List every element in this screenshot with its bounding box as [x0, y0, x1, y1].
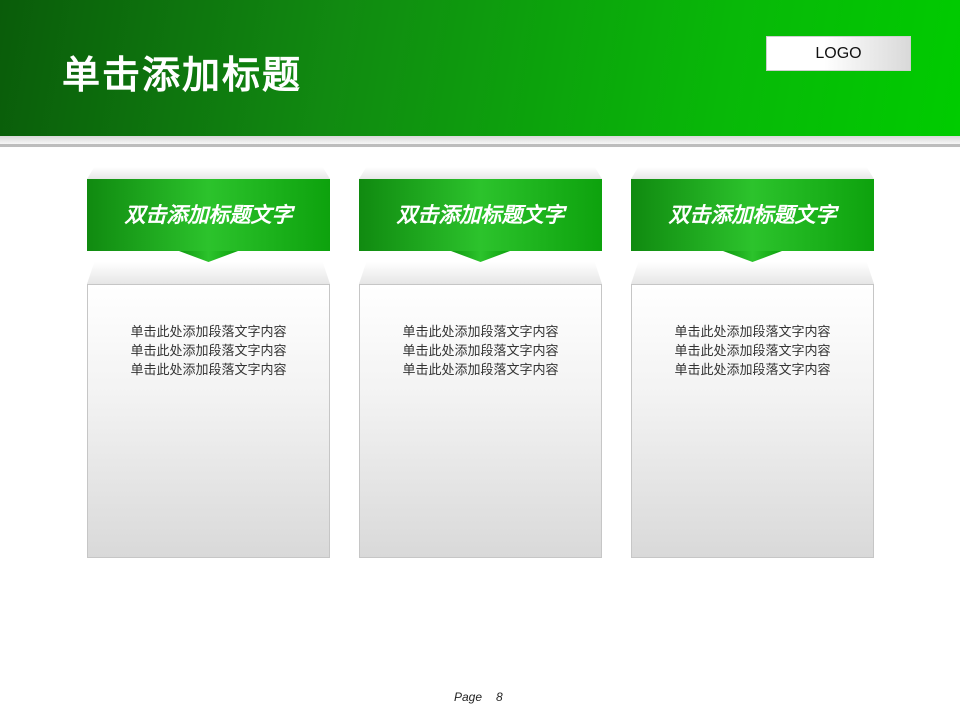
- card-heading[interactable]: 双击添加标题文字: [631, 179, 874, 251]
- tab-pointer: [723, 251, 782, 262]
- card-text-line: 单击此处添加段落文字内容: [674, 344, 831, 359]
- card-fold: [359, 262, 602, 284]
- tab-pointer: [451, 251, 510, 262]
- tab-top-bevel: [359, 167, 602, 179]
- tab-top-bevel: [631, 167, 874, 179]
- content-card-1: 双击添加标题文字 单击此处添加段落文字内容 单击此处添加段落文字内容 单击此处添…: [87, 167, 330, 558]
- card-text-line: 单击此处添加段落文字内容: [674, 363, 831, 378]
- card-text-line: 单击此处添加段落文字内容: [402, 325, 559, 340]
- content-card-2: 双击添加标题文字 单击此处添加段落文字内容 单击此处添加段落文字内容 单击此处添…: [359, 167, 602, 558]
- card-body[interactable]: 单击此处添加段落文字内容 单击此处添加段落文字内容 单击此处添加段落文字内容: [87, 284, 330, 558]
- card-fold: [87, 262, 330, 284]
- card-heading[interactable]: 双击添加标题文字: [87, 179, 330, 251]
- card-body[interactable]: 单击此处添加段落文字内容 单击此处添加段落文字内容 单击此处添加段落文字内容: [631, 284, 874, 558]
- slide-title[interactable]: 单击添加标题: [62, 44, 302, 99]
- card-text-line: 单击此处添加段落文字内容: [130, 325, 287, 340]
- tab-pointer: [179, 251, 238, 262]
- card-text-line: 单击此处添加段落文字内容: [130, 344, 287, 359]
- card-text-line: 单击此处添加段落文字内容: [130, 363, 287, 378]
- card-text-line: 单击此处添加段落文字内容: [402, 344, 559, 359]
- card-body[interactable]: 单击此处添加段落文字内容 单击此处添加段落文字内容 单击此处添加段落文字内容: [359, 284, 602, 558]
- content-card-3: 双击添加标题文字 单击此处添加段落文字内容 单击此处添加段落文字内容 单击此处添…: [631, 167, 874, 558]
- card-heading[interactable]: 双击添加标题文字: [359, 179, 602, 251]
- page-footer: Page 8: [454, 690, 517, 704]
- tab-top-bevel: [87, 167, 330, 179]
- card-text-line: 单击此处添加段落文字内容: [402, 363, 559, 378]
- page-number: 8: [496, 690, 503, 704]
- logo-placeholder[interactable]: LOGO: [766, 36, 911, 71]
- page-label: Page: [454, 690, 483, 704]
- card-text-line: 单击此处添加段落文字内容: [674, 325, 831, 340]
- header-divider: [0, 144, 960, 147]
- card-fold: [631, 262, 874, 284]
